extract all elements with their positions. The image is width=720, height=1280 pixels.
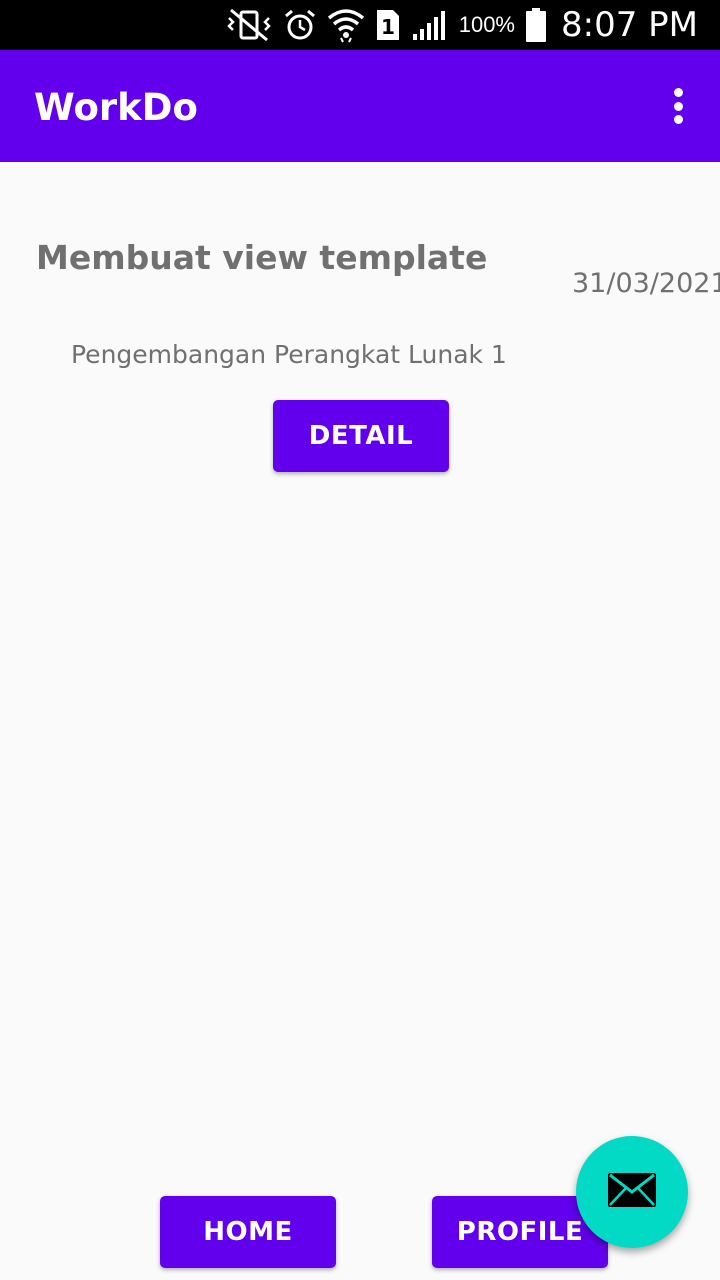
vibrate-mute-icon bbox=[225, 0, 273, 50]
status-bar: 1 100% 8:07 PM bbox=[0, 0, 720, 50]
menu-dot bbox=[673, 88, 683, 97]
mail-icon bbox=[606, 1171, 658, 1214]
task-subject: Pengembangan Perangkat Lunak 1 bbox=[71, 340, 507, 369]
detail-button[interactable]: DETAIL bbox=[273, 400, 449, 472]
home-button[interactable]: HOME bbox=[160, 1196, 336, 1268]
task-title: Membuat view template bbox=[36, 238, 488, 277]
menu-dot bbox=[673, 115, 683, 124]
mail-fab-button[interactable] bbox=[576, 1136, 688, 1248]
app-bar: WorkDo bbox=[0, 50, 720, 162]
battery-percent: 100% bbox=[458, 12, 515, 37]
battery-icon bbox=[525, 0, 547, 50]
app-title: WorkDo bbox=[34, 86, 198, 129]
wifi-icon bbox=[327, 0, 365, 50]
menu-dot bbox=[673, 101, 683, 111]
signal-icon bbox=[411, 0, 447, 50]
clock: 8:07 PM bbox=[561, 5, 698, 45]
task-date: 31/03/2021 bbox=[572, 268, 720, 299]
sim-slot-number: 1 bbox=[381, 15, 395, 39]
screen: 1 100% 8:07 PM WorkDo Membuat view templ… bbox=[0, 0, 720, 1280]
alarm-icon bbox=[283, 0, 317, 50]
sim-icon: 1 bbox=[375, 0, 401, 50]
more-vert-icon[interactable] bbox=[658, 84, 698, 128]
